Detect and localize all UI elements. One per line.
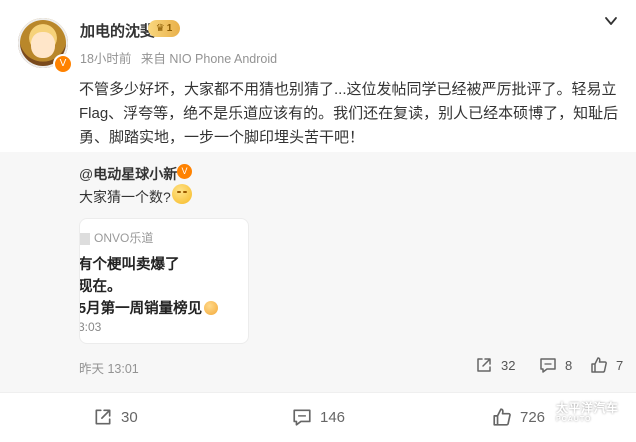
watermark-text: 太平洋汽车 <box>556 401 619 415</box>
repost-author[interactable]: @电动星球小新 <box>79 164 177 184</box>
repost-verified-icon: V <box>177 164 192 179</box>
blurred-logo-icon <box>80 232 90 245</box>
card-source: ONVO乐道 <box>80 229 153 246</box>
repost-like-count: 7 <box>616 357 624 373</box>
crown-icon: ♛ <box>155 23 165 34</box>
vip-level: 1 <box>166 23 173 34</box>
thumbs-up-icon <box>493 408 511 426</box>
repost-comment-button[interactable]: 8 <box>539 356 572 374</box>
post-source: 来自 NIO Phone Android <box>140 52 278 66</box>
watermark: 太平洋汽车 PCAUTO <box>556 399 619 423</box>
watermark-sub: PCAUTO <box>556 416 592 423</box>
post-meta: 18小时前 来自 NIO Phone Android <box>80 48 283 67</box>
like-button[interactable]: 726 <box>492 407 545 427</box>
username[interactable]: 加电的沈斐 <box>80 20 155 41</box>
share-icon <box>477 358 491 372</box>
divider <box>0 392 636 393</box>
share-button[interactable]: 30 <box>93 407 138 427</box>
at-sign: @ <box>79 166 94 182</box>
card-time: 3:03 <box>79 320 102 334</box>
card-line-3: 5月第一周销量榜见 <box>79 297 219 318</box>
vip-badge[interactable]: ♛ 1 <box>148 20 180 37</box>
repost-author-name: 电动星球小新 <box>93 166 178 182</box>
card-line-2: 现在。 <box>79 279 122 295</box>
smile-emoji-icon <box>172 184 192 204</box>
card-line-1: 有个梗叫卖爆了 <box>79 257 180 273</box>
dizzy-emoji-icon <box>204 301 219 315</box>
repost-comment-count: 8 <box>565 357 573 373</box>
comment-count: 146 <box>320 408 346 426</box>
chevron-down-icon[interactable] <box>604 14 618 28</box>
share-count: 30 <box>121 408 138 426</box>
card-line-3-text: 5月第一周销量榜见 <box>79 301 203 317</box>
repost-text: 大家猜一个数? <box>79 189 171 205</box>
verified-badge-icon: V <box>53 54 73 74</box>
comment-icon <box>540 358 556 373</box>
post-text: 不管多少好坏，大家都不用猜也别猜了...这位发帖同学已经被严厉批评了。轻易立Fl… <box>79 81 619 146</box>
comment-icon <box>293 409 311 426</box>
comment-button[interactable]: 146 <box>292 407 345 427</box>
repost-share-count: 32 <box>501 357 516 373</box>
avatar-face <box>31 32 55 58</box>
repost-share-button[interactable]: 32 <box>475 356 515 374</box>
share-icon <box>95 409 111 425</box>
repost-time: 昨天 13:01 <box>79 362 139 376</box>
post-time: 18小时前 <box>80 52 132 66</box>
card-source-text: ONVO乐道 <box>94 231 154 245</box>
like-count: 726 <box>520 408 546 426</box>
repost-image-card[interactable]: ONVO乐道 有个梗叫卖爆了 现在。 5月第一周销量榜见 3:03 <box>79 218 249 344</box>
repost-like-button[interactable]: 7 <box>590 356 623 374</box>
thumbs-up-icon <box>591 357 607 373</box>
